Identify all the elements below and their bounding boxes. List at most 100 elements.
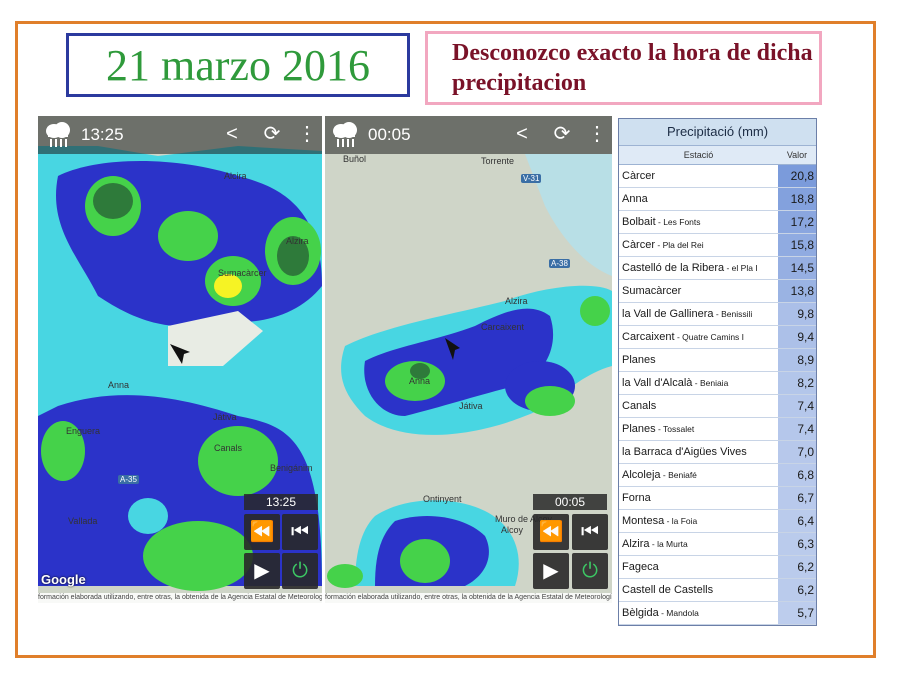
table-row: Castell de Castells 6,2 (619, 579, 816, 602)
table-row: Bolbait - Les Fonts 17,2 (619, 211, 816, 234)
station-main-name: Anna (622, 193, 648, 205)
station-main-name: Carcaixent (622, 331, 675, 343)
rain-cloud-icon[interactable] (329, 119, 361, 151)
precip-value: 13,8 (778, 280, 816, 302)
station-name: Carcaixent - Quatre Camins I (619, 326, 778, 348)
precip-value: 6,2 (778, 556, 816, 578)
station-main-name: la Vall d'Alcalà (622, 377, 693, 389)
radar-screenshot-1: 13:25 < ⟳ ⋮ Alcira Sumacàrcer Anna Játiv… (38, 116, 322, 603)
map-label: Vallada (68, 516, 98, 526)
station-name: la Vall d'Alcalà - Beniaia (619, 372, 778, 394)
rewind-icon[interactable]: ⏪ (533, 514, 569, 550)
precip-value: 6,2 (778, 579, 816, 601)
station-main-name: Bolbait (622, 216, 656, 228)
map-label: Játiva (459, 401, 483, 411)
station-name: la Barraca d'Aigües Vives (619, 441, 778, 463)
precip-value: 7,4 (778, 395, 816, 417)
map-label: Sumacàrcer (218, 268, 267, 278)
road-badge: V-31 (521, 174, 542, 183)
refresh-icon[interactable]: ⟳ (550, 121, 574, 147)
table-row: Alcoleja - Beniafé 6,8 (619, 464, 816, 487)
column-header-station: Estació (683, 150, 714, 160)
station-main-name: Càrcer (622, 170, 656, 182)
station-name: Planes - Tossalet (619, 418, 778, 440)
table-row: Canals 7,4 (619, 395, 816, 418)
map-label: Ontinyent (423, 494, 462, 504)
station-name: Canals (619, 395, 778, 417)
table-row: Càrcer 20,8 (619, 165, 816, 188)
table-body: Càrcer 20,8 Anna 18,8 Bolbait - Les Fonts 17,… (619, 165, 816, 625)
station-sub-name: - el Pla I (724, 263, 758, 273)
refresh-icon[interactable]: ⟳ (260, 121, 284, 147)
precip-value: 6,4 (778, 510, 816, 532)
map-label: Benigánim (270, 463, 313, 473)
precip-value: 8,2 (778, 372, 816, 394)
play-icon[interactable]: ▶ (533, 553, 569, 589)
station-name: Montesa - la Foia (619, 510, 778, 532)
station-name: Bolbait - Les Fonts (619, 211, 778, 233)
precip-value: 20,8 (778, 165, 816, 187)
map-label: Enguera (66, 426, 101, 436)
map-label: Alzira (286, 236, 309, 246)
table-row: Forna 6,7 (619, 487, 816, 510)
station-name: Alzira - la Murta (619, 533, 778, 555)
skip-back-icon[interactable]: ⏮ (282, 514, 318, 550)
station-main-name: Canals (622, 400, 657, 412)
skip-back-icon[interactable]: ⏮ (572, 514, 608, 550)
station-name: la Vall de Gallinera - Benissili (619, 303, 778, 325)
radar-time: 13:25 (81, 125, 124, 144)
map-attribution: formación elaborada utilizando, entre ot… (38, 593, 322, 603)
table-row: la Vall de Gallinera - Benissili 9,8 (619, 303, 816, 326)
map-label: Alcira (224, 171, 247, 181)
player-time: 13:25 (244, 494, 318, 510)
station-sub-name: - Beniafé (660, 470, 697, 480)
station-name: Càrcer (619, 165, 778, 187)
map-label: Carcaixent (481, 322, 525, 332)
share-icon[interactable]: < (510, 121, 534, 147)
table-row: Sumacàrcer 13,8 (619, 280, 816, 303)
station-sub-name: - Beniaia (692, 378, 729, 388)
power-icon[interactable]: ⏻ (572, 553, 608, 589)
map-label: Alcoy (501, 525, 524, 535)
power-icon[interactable]: ⏻ (282, 553, 318, 589)
table-header: Estació Valor (619, 146, 816, 165)
station-sub-name: - Les Fonts (655, 217, 701, 227)
precip-value: 18,8 (778, 188, 816, 210)
map-label: Játiva (213, 412, 237, 422)
station-name: Càrcer - Pla del Rei (619, 234, 778, 256)
station-sub-name: - Mandola (658, 608, 699, 618)
table-title: Precipitació (mm) (619, 119, 816, 146)
precip-value: 17,2 (778, 211, 816, 233)
station-main-name: Forna (622, 492, 651, 504)
precip-value: 8,9 (778, 349, 816, 371)
column-header-value: Valor (786, 150, 808, 160)
table-row: Planes 8,9 (619, 349, 816, 372)
station-sub-name: - Benissili (713, 309, 753, 319)
station-name: Castelló de la Ribera - el Pla I (619, 257, 778, 279)
radar-screenshot-2: 00:05 < ⟳ ⋮ Buñol Torrente Alzira Carcai… (325, 116, 612, 603)
station-main-name: Planes (622, 354, 656, 366)
app-toolbar: 13:25 < ⟳ ⋮ (38, 116, 322, 154)
road-badge: A-35 (118, 475, 139, 484)
station-name: Castell de Castells (619, 579, 778, 601)
player-time: 00:05 (533, 494, 607, 510)
rewind-icon[interactable]: ⏪ (244, 514, 280, 550)
share-icon[interactable]: < (220, 121, 244, 147)
station-name: Sumacàrcer (619, 280, 778, 302)
table-row: Càrcer - Pla del Rei 15,8 (619, 234, 816, 257)
precip-value: 6,8 (778, 464, 816, 486)
station-main-name: la Barraca d'Aigües Vives (622, 446, 747, 458)
play-icon[interactable]: ▶ (244, 553, 280, 589)
rain-cloud-icon[interactable] (42, 119, 74, 151)
more-vert-icon[interactable]: ⋮ (585, 121, 609, 147)
note-text: Desconozco exacto la hora de dicha preci… (452, 40, 813, 96)
date-title: 21 marzo 2016 (106, 40, 370, 90)
station-main-name: Planes (622, 423, 656, 435)
station-main-name: Càrcer (622, 239, 656, 251)
station-sub-name: - Quatre Camins I (674, 332, 745, 342)
precip-value: 14,5 (778, 257, 816, 279)
map-label: Alzira (505, 296, 528, 306)
more-vert-icon[interactable]: ⋮ (295, 121, 319, 147)
precip-value: 7,0 (778, 441, 816, 463)
precip-value: 9,8 (778, 303, 816, 325)
